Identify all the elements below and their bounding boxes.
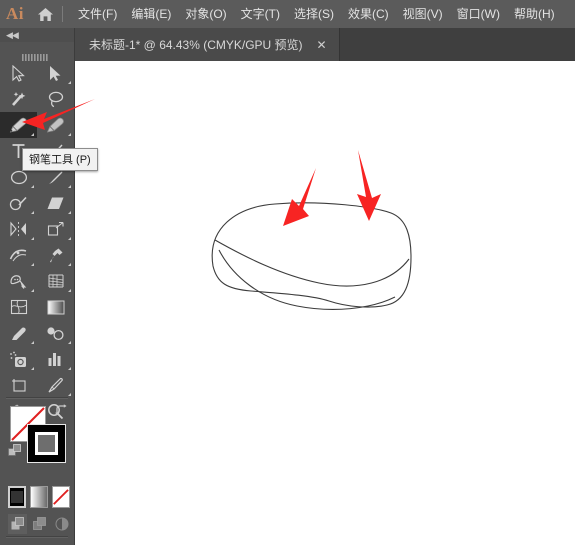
pen-tool[interactable] [0, 112, 37, 138]
tools-panel-divider-bottom [6, 536, 68, 538]
menu-help[interactable]: 帮助(H) [507, 0, 562, 28]
eraser-tool[interactable] [37, 190, 74, 216]
stroke-swatch[interactable] [27, 424, 66, 463]
tool-group-corner-icon [68, 237, 71, 240]
tool-group-corner-icon [31, 133, 34, 136]
document-tab[interactable]: 未标题-1* @ 64.43% (CMYK/GPU 预览) ✕ [75, 28, 340, 61]
menu-effect[interactable]: 效果(C) [341, 0, 396, 28]
menu-object[interactable]: 对象(O) [178, 0, 233, 28]
gradient-tool[interactable] [37, 294, 74, 320]
document-tab-bar: 未标题-1* @ 64.43% (CMYK/GPU 预览) ✕ [75, 28, 575, 61]
tool-group-corner-icon [31, 185, 34, 188]
tool-row [0, 268, 74, 294]
tool-row [0, 346, 74, 372]
tool-tooltip-text: 钢笔工具 (P) [29, 154, 91, 166]
illustrator-window: Ai 文件(F) 编辑(E) 对象(O) 文字(T) 选择(S) 效果(C) 视… [0, 0, 575, 545]
home-icon[interactable] [30, 0, 60, 28]
tool-group-corner-icon [68, 81, 71, 84]
lasso-tool[interactable] [37, 86, 74, 112]
tools-panel-divider [6, 397, 68, 399]
tool-row [0, 216, 74, 242]
tool-group-corner-icon [68, 185, 71, 188]
tool-row [0, 86, 74, 112]
tool-row [0, 294, 74, 320]
tool-group-corner-icon [68, 289, 71, 292]
shaper-tool[interactable] [0, 190, 37, 216]
color-mode-row [0, 486, 74, 512]
menu-bar: Ai 文件(F) 编辑(E) 对象(O) 文字(T) 选择(S) 效果(C) 视… [0, 0, 575, 28]
tool-row [0, 242, 74, 268]
chevron-collapse-icon[interactable]: ◀◀ [6, 29, 19, 41]
menu-file[interactable]: 文件(F) [71, 0, 124, 28]
tool-group-corner-icon [68, 341, 71, 344]
fill-stroke-controls [0, 402, 74, 472]
scale-tool[interactable] [37, 216, 74, 242]
tool-group-corner-icon [68, 211, 71, 214]
color-mode-button[interactable] [8, 486, 27, 508]
draw-normal-button[interactable] [8, 514, 27, 534]
draw-behind-button[interactable] [30, 514, 49, 534]
tool-group-corner-icon [31, 341, 34, 344]
default-fill-stroke-icon[interactable] [8, 444, 22, 463]
tool-group-corner-icon [68, 367, 71, 370]
gradient-mode-button[interactable] [30, 486, 49, 508]
swap-fill-stroke-icon[interactable] [54, 404, 68, 423]
tool-group-corner-icon [68, 263, 71, 266]
menu-type[interactable]: 文字(T) [234, 0, 287, 28]
tool-row [0, 112, 74, 138]
draw-inside-button[interactable] [52, 514, 71, 534]
column-graph-tool[interactable] [37, 346, 74, 372]
menu-window[interactable]: 窗口(W) [450, 0, 507, 28]
eyedropper-tool[interactable] [0, 320, 37, 346]
ai-logo: Ai [6, 4, 24, 23]
width-tool[interactable] [0, 242, 37, 268]
perspective-grid-tool[interactable] [37, 268, 74, 294]
pen-drawn-blob-shape[interactable] [75, 61, 575, 545]
slice-tool[interactable] [37, 372, 74, 398]
document-tab-title: 未标题-1* @ 64.43% (CMYK/GPU 预览) [89, 38, 303, 52]
blend-tool[interactable] [37, 320, 74, 346]
tool-group-corner-icon [31, 367, 34, 370]
free-transform-tool[interactable] [37, 242, 74, 268]
curvature-tool[interactable] [37, 112, 74, 138]
tool-group-corner-icon [68, 133, 71, 136]
draw-mode-row [0, 514, 74, 538]
shape-builder-tool[interactable] [0, 268, 37, 294]
none-mode-button[interactable] [52, 486, 70, 508]
tools-panel-header[interactable]: ◀◀ [0, 28, 74, 42]
artboard-tool[interactable] [0, 372, 37, 398]
tool-row [0, 60, 74, 86]
tool-row [0, 372, 74, 398]
menu-select[interactable]: 选择(S) [287, 0, 341, 28]
direct-selection-tool[interactable] [37, 60, 74, 86]
tool-group-corner-icon [31, 237, 34, 240]
symbol-sprayer-tool[interactable] [0, 346, 37, 372]
tool-group-corner-icon [68, 393, 71, 396]
rotate-tool[interactable] [0, 216, 37, 242]
mesh-tool[interactable] [0, 294, 37, 320]
tool-group-corner-icon [31, 263, 34, 266]
drag-handle-icon[interactable] [22, 48, 52, 61]
magic-wand-tool[interactable] [0, 86, 37, 112]
tools-grid [0, 60, 74, 424]
menu-separator [62, 6, 63, 22]
close-icon[interactable]: ✕ [315, 38, 329, 52]
selection-tool[interactable] [0, 60, 37, 86]
tool-tooltip: 钢笔工具 (P) [22, 148, 98, 171]
tool-group-corner-icon [31, 211, 34, 214]
menu-view[interactable]: 视图(V) [396, 0, 450, 28]
tool-row [0, 190, 74, 216]
artboard-canvas[interactable] [75, 61, 575, 545]
change-screen-mode-button[interactable] [0, 540, 74, 545]
menu-edit[interactable]: 编辑(E) [124, 0, 178, 28]
tool-row [0, 320, 74, 346]
tools-panel: ◀◀ [0, 28, 75, 545]
tool-group-corner-icon [31, 289, 34, 292]
